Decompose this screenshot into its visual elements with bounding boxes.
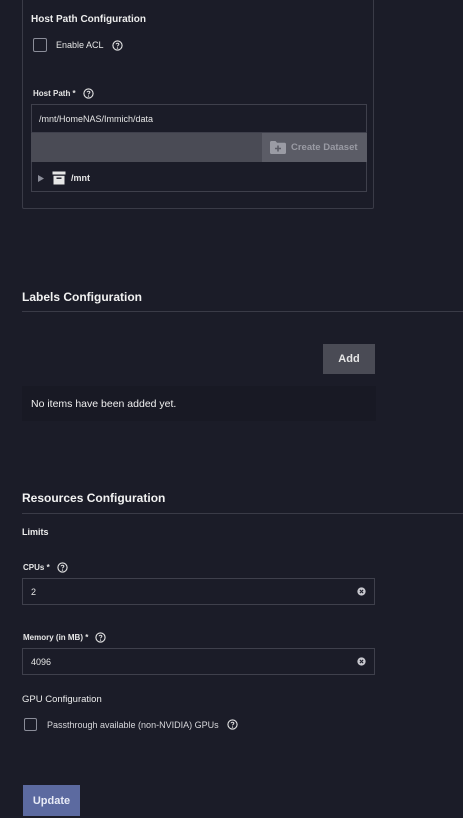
help-icon[interactable] [57, 562, 68, 573]
help-icon[interactable] [95, 632, 106, 643]
cpus-label: CPUs * [23, 563, 50, 572]
host-path-label-row: Host Path * [33, 88, 94, 99]
explorer-toolbar: Create Dataset [31, 133, 367, 162]
tree-node-label: /mnt [71, 173, 90, 183]
add-label-button[interactable]: Add [323, 344, 375, 374]
help-icon[interactable] [83, 88, 94, 99]
enable-acl-checkbox[interactable] [33, 38, 47, 52]
memory-input[interactable]: 4096 [22, 648, 375, 675]
tree-node-mnt[interactable]: /mnt [38, 171, 90, 185]
cpus-value: 2 [31, 587, 37, 597]
help-icon[interactable] [226, 719, 238, 730]
host-path-label: Host Path * [33, 89, 76, 98]
memory-label-row: Memory (in MB) * [23, 632, 106, 643]
divider [22, 513, 463, 514]
dataset-icon [52, 171, 66, 185]
host-path-input[interactable]: /mnt/HomeNAS/Immich/data [31, 104, 367, 133]
limits-label: Limits [22, 527, 49, 537]
memory-value: 4096 [31, 657, 52, 667]
labels-empty-state: No items have been added yet. [22, 386, 376, 421]
enable-acl-option[interactable]: Enable ACL [33, 38, 123, 52]
create-dataset-label: Create Dataset [291, 142, 358, 153]
expand-arrow-icon[interactable] [38, 174, 44, 182]
divider [22, 311, 463, 312]
memory-label: Memory (in MB) * [23, 633, 89, 642]
cpus-input[interactable]: 2 [22, 578, 375, 605]
host-path-value: /mnt/HomeNAS/Immich/data [39, 114, 154, 124]
host-path-config-title: Host Path Configuration [31, 14, 146, 25]
clear-icon[interactable] [357, 657, 366, 666]
cpus-label-row: CPUs * [23, 562, 68, 573]
create-dataset-button[interactable]: Create Dataset [262, 133, 367, 162]
gpu-passthrough-option[interactable]: Passthrough available (non-NVIDIA) GPUs [24, 718, 238, 731]
gpu-passthrough-checkbox[interactable] [24, 718, 37, 731]
gpu-passthrough-label: Passthrough available (non-NVIDIA) GPUs [47, 719, 219, 730]
help-icon[interactable] [111, 39, 123, 51]
update-button[interactable]: Update [23, 785, 80, 816]
empty-message: No items have been added yet. [31, 398, 177, 410]
file-tree: /mnt [31, 162, 367, 192]
clear-icon[interactable] [357, 587, 366, 596]
labels-config-title: Labels Configuration [22, 290, 142, 304]
resources-config-title: Resources Configuration [22, 491, 166, 505]
gpu-config-title: GPU Configuration [22, 694, 102, 705]
folder-plus-icon [270, 141, 286, 154]
enable-acl-label: Enable ACL [56, 40, 104, 50]
